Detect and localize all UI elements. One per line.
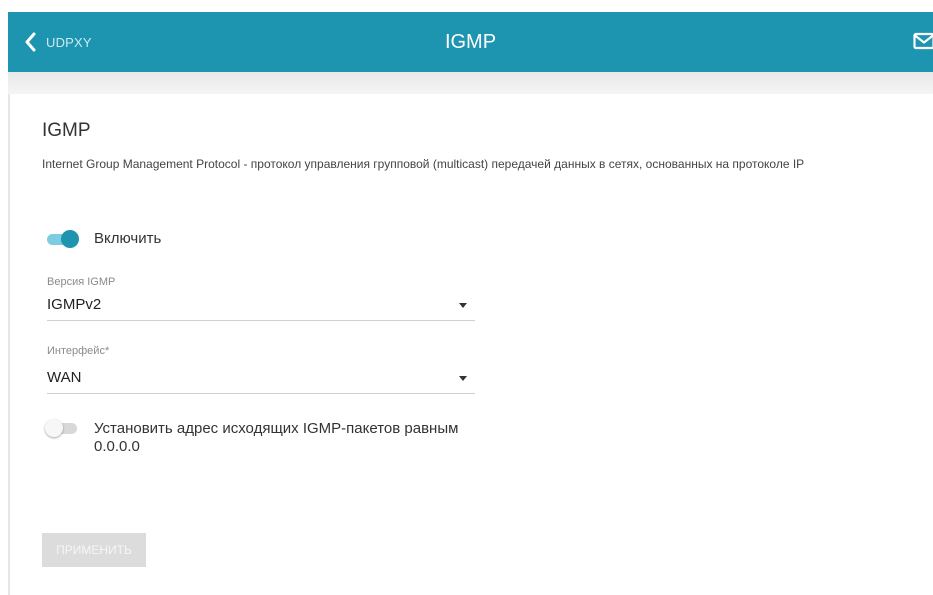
igmp-version-select[interactable]: IGMPv2 [47,292,475,321]
back-label: UDPXY [46,34,92,50]
interface-value: WAN [47,369,82,386]
top-bar: UDPXY IGMP [8,12,933,72]
chevron-left-icon [25,32,36,52]
interface-label: Интерфейс* [47,345,110,357]
header-shadow [8,72,933,94]
caret-down-icon [459,376,467,381]
zero-address-toggle-label[interactable]: Установить адрес исходящих IGMP-пакетов … [94,420,484,456]
page-title: IGMP [444,30,497,53]
interface-select[interactable]: WAN [47,365,475,394]
messages-button[interactable] [913,32,933,55]
section-heading: IGMP [42,120,91,141]
enable-toggle[interactable] [45,229,79,249]
back-button[interactable]: UDPXY [24,12,92,72]
igmp-version-value: IGMPv2 [47,296,102,313]
caret-down-icon [459,303,467,308]
enable-toggle-label[interactable]: Включить [94,230,161,247]
section-description: Internet Group Management Protocol - про… [42,157,805,171]
mail-icon [913,32,933,50]
igmp-version-label: Версия IGMP [47,276,116,288]
enable-toggle-knob [61,230,79,248]
zero-address-toggle[interactable] [45,418,79,438]
zero-address-toggle-knob [45,419,63,437]
apply-button[interactable]: ПРИМЕНИТЬ [42,533,146,567]
